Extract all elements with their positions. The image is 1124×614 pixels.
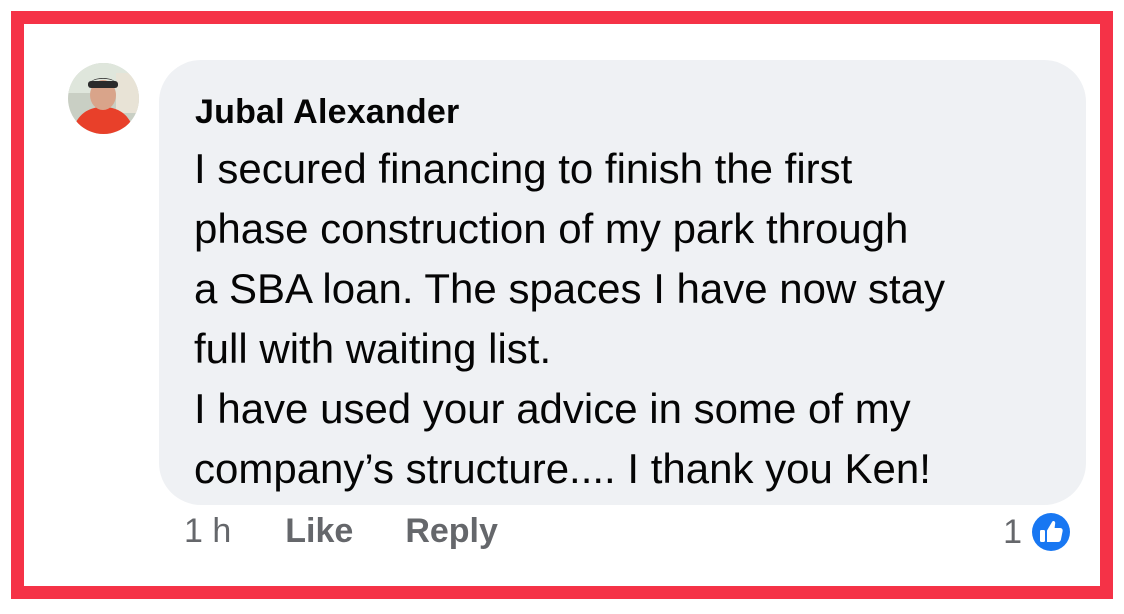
reaction-summary[interactable]: 1: [1003, 509, 1074, 555]
reply-button[interactable]: Reply: [405, 512, 498, 551]
reaction-count: 1: [1003, 512, 1022, 551]
comment-text-line: I secured financing to finish the first: [194, 145, 853, 192]
screenshot-frame: Jubal Alexander I secured financing to f…: [11, 11, 1113, 599]
like-button[interactable]: Like: [285, 512, 353, 551]
comment-actions: 1 h Like Reply: [184, 506, 550, 556]
comment-author-name[interactable]: Jubal Alexander: [195, 93, 459, 132]
comment-text: I secured financing to finish the first …: [194, 139, 1074, 499]
comment-text-line: I have used your advice in some of my: [194, 385, 911, 432]
comment-text-line: phase construction of my park through: [194, 205, 909, 252]
comment-text-line: company’s structure.... I thank you Ken!: [194, 445, 931, 492]
like-thumbs-up-icon: [1029, 510, 1073, 554]
profile-photo-icon: [68, 63, 139, 134]
comment-text-line: full with waiting list.: [194, 325, 552, 372]
comment-bubble: Jubal Alexander I secured financing to f…: [159, 60, 1086, 505]
comment-text-line: a SBA loan. The spaces I have now stay: [194, 265, 946, 312]
avatar[interactable]: [68, 63, 139, 134]
comment-timestamp[interactable]: 1 h: [184, 512, 231, 551]
